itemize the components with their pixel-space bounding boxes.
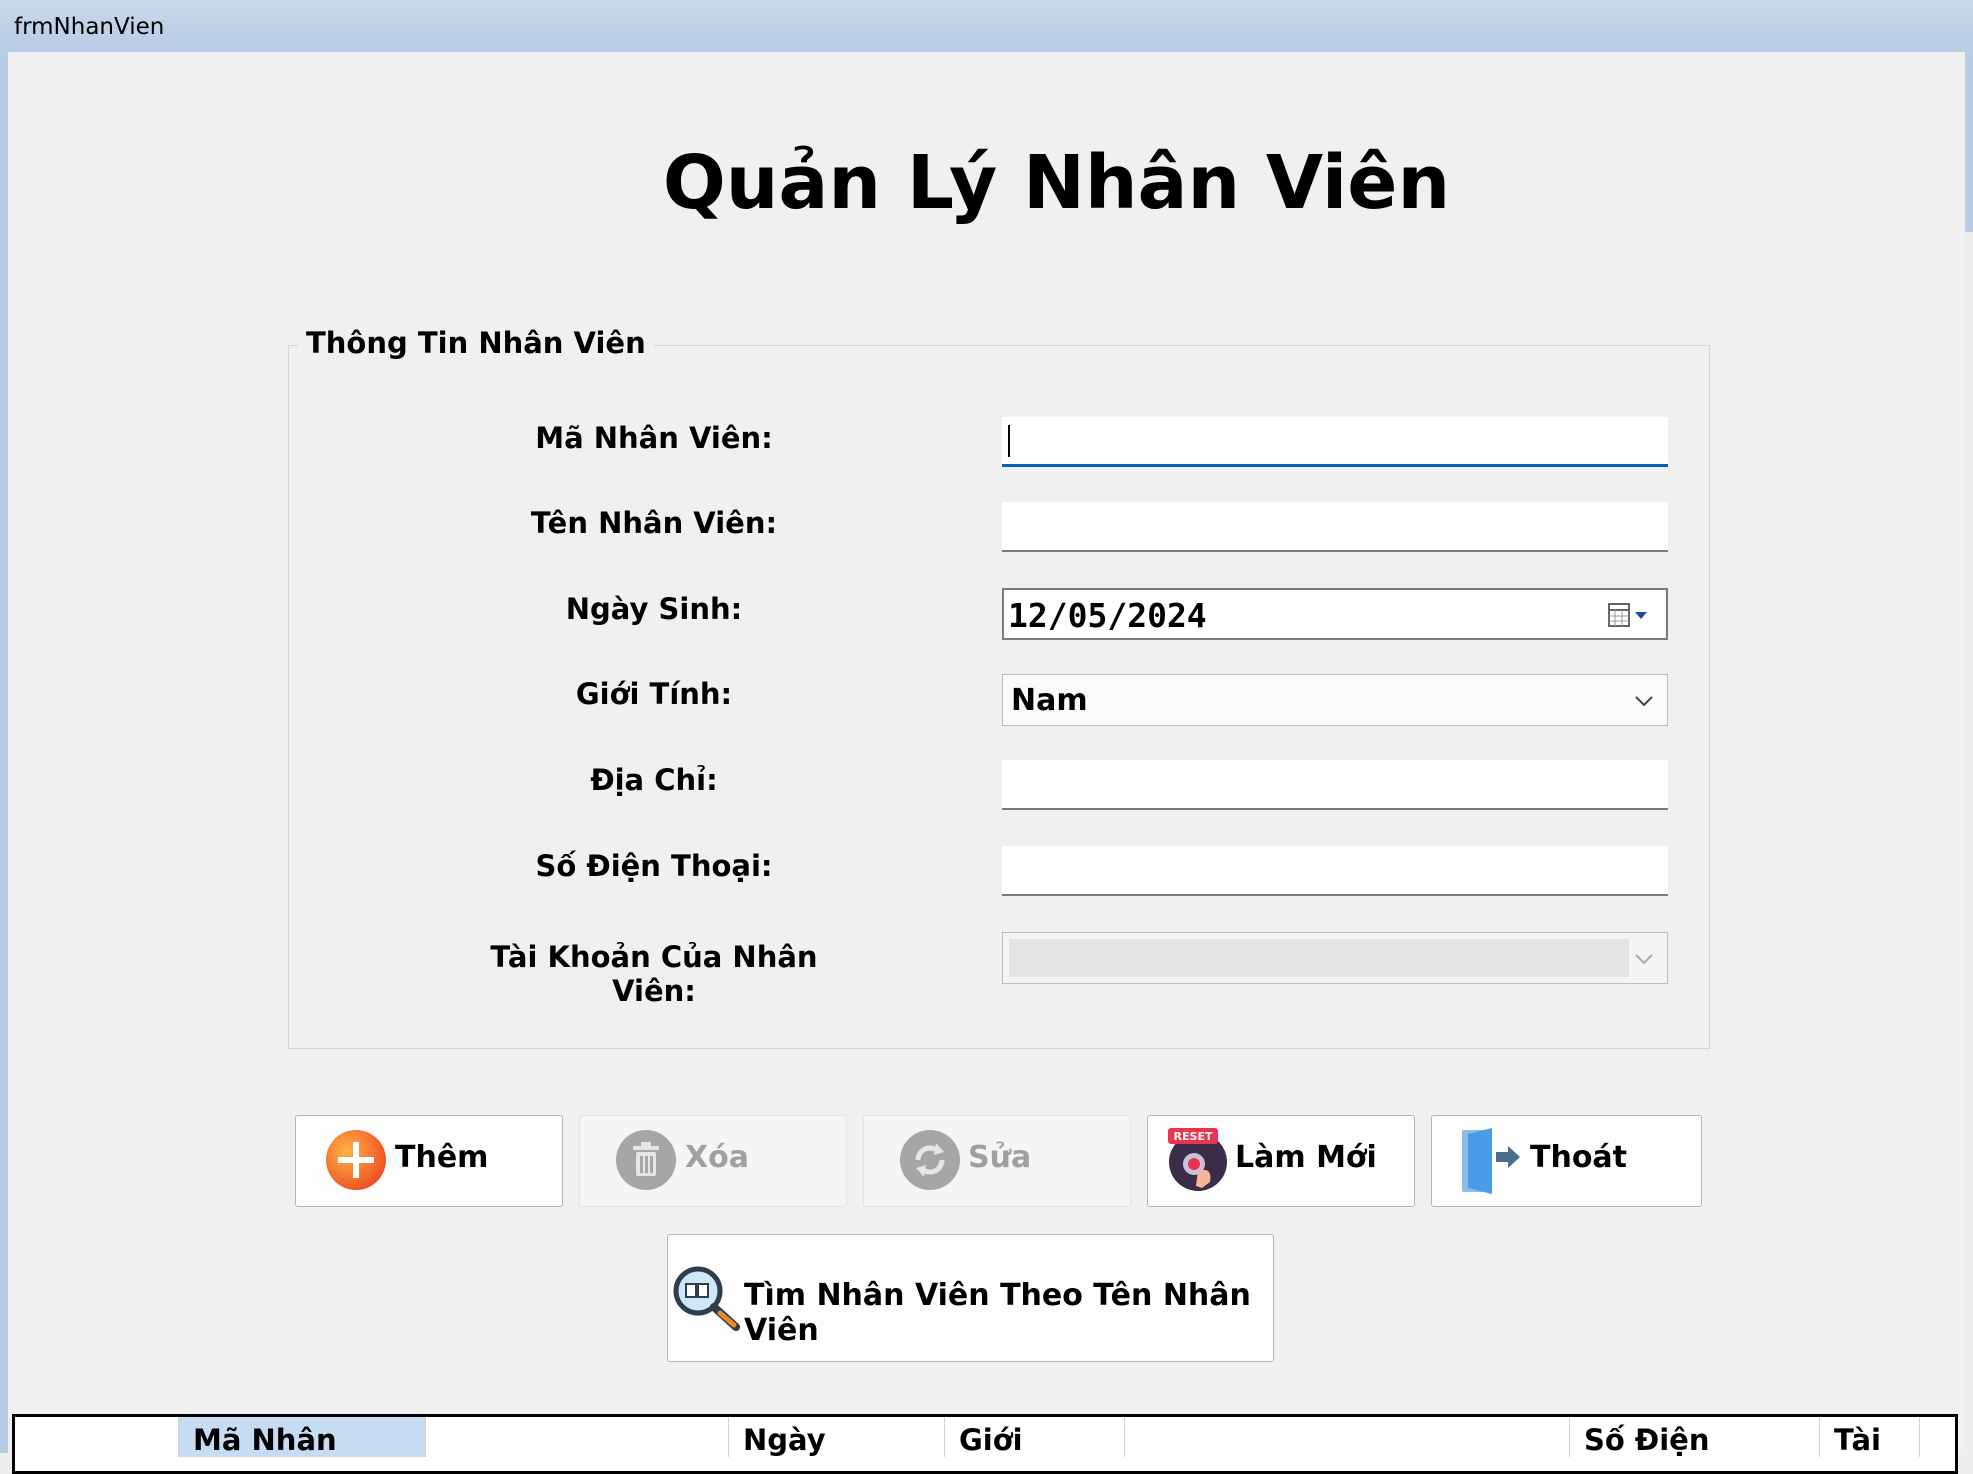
edit-button-label: Sửa: [968, 1140, 1032, 1175]
birth-date-picker[interactable]: 12/05/2024: [1002, 588, 1668, 640]
address-label: Địa Chỉ:: [590, 763, 718, 797]
add-button[interactable]: Thêm: [295, 1115, 563, 1207]
add-button-label: Thêm: [395, 1140, 489, 1175]
employee-info-group-title: Thông Tin Nhân Viên: [298, 326, 654, 360]
account-label: Tài Khoản Của Nhân Viên:: [490, 940, 818, 1008]
window-title: frmNhanVien: [14, 14, 165, 40]
employee-name-input[interactable]: [1002, 502, 1668, 552]
chevron-down-icon: [1633, 689, 1655, 715]
gender-label: Giới Tính:: [575, 677, 733, 711]
svg-text:RESET: RESET: [1174, 1130, 1213, 1143]
birth-date-value: 12/05/2024: [1008, 596, 1207, 635]
search-magnifier-icon: [672, 1265, 742, 1337]
column-header-ma-nhan[interactable]: Mã Nhân: [179, 1417, 426, 1457]
exit-button-label: Thoát: [1530, 1140, 1628, 1175]
address-input[interactable]: [1002, 760, 1668, 810]
refresh-edit-icon: [898, 1128, 962, 1196]
row-header-corner: [15, 1417, 179, 1457]
search-by-name-button[interactable]: Tìm Nhân Viên Theo Tên Nhân Viên: [667, 1234, 1274, 1362]
employee-id-label: Mã Nhân Viên:: [535, 421, 773, 455]
chevron-down-icon: [1633, 947, 1655, 973]
search-by-name-button-label: Tìm Nhân Viên Theo Tên Nhân Viên: [744, 1278, 1251, 1348]
delete-button-label: Xóa: [685, 1140, 749, 1175]
birth-date-label: Ngày Sinh:: [565, 592, 743, 626]
window-frame-left: [0, 52, 8, 1453]
account-select[interactable]: [1002, 932, 1668, 984]
exit-button[interactable]: Thoát: [1431, 1115, 1702, 1207]
column-header-gioi[interactable]: Giới: [945, 1417, 1125, 1457]
refresh-button[interactable]: RESET Làm Mới: [1147, 1115, 1415, 1207]
exit-door-icon: [1458, 1126, 1524, 1200]
refresh-button-label: Làm Mới: [1235, 1140, 1377, 1175]
reset-icon: RESET: [1166, 1126, 1230, 1196]
gender-select[interactable]: Nam: [1002, 674, 1668, 726]
phone-input[interactable]: [1002, 846, 1668, 896]
column-header-ngay[interactable]: Ngày: [729, 1417, 945, 1457]
page-title: Quản Lý Nhân Viên: [662, 140, 1451, 226]
employee-name-label: Tên Nhân Viên:: [530, 506, 778, 540]
gender-value: Nam: [1011, 683, 1088, 718]
delete-button[interactable]: Xóa: [579, 1115, 847, 1207]
title-bar: frmNhanVien: [0, 0, 1973, 52]
column-header-so-dien[interactable]: Số Điện: [1570, 1417, 1820, 1457]
employee-table[interactable]: Mã Nhân Ngày Giới Số Điện Tài: [12, 1414, 1958, 1474]
column-header-blank[interactable]: [426, 1417, 729, 1457]
calendar-dropdown-icon[interactable]: [1608, 602, 1650, 632]
column-header-blank-2[interactable]: [1125, 1417, 1570, 1457]
add-icon: [324, 1128, 388, 1196]
employee-id-input[interactable]: [1002, 417, 1668, 467]
column-header-tai[interactable]: Tài: [1820, 1417, 1920, 1457]
trash-icon: [614, 1128, 678, 1196]
phone-label: Số Điện Thoại:: [535, 849, 773, 883]
account-select-field: [1009, 939, 1629, 977]
text-caret: [1008, 425, 1010, 457]
edit-button[interactable]: Sửa: [863, 1115, 1131, 1207]
